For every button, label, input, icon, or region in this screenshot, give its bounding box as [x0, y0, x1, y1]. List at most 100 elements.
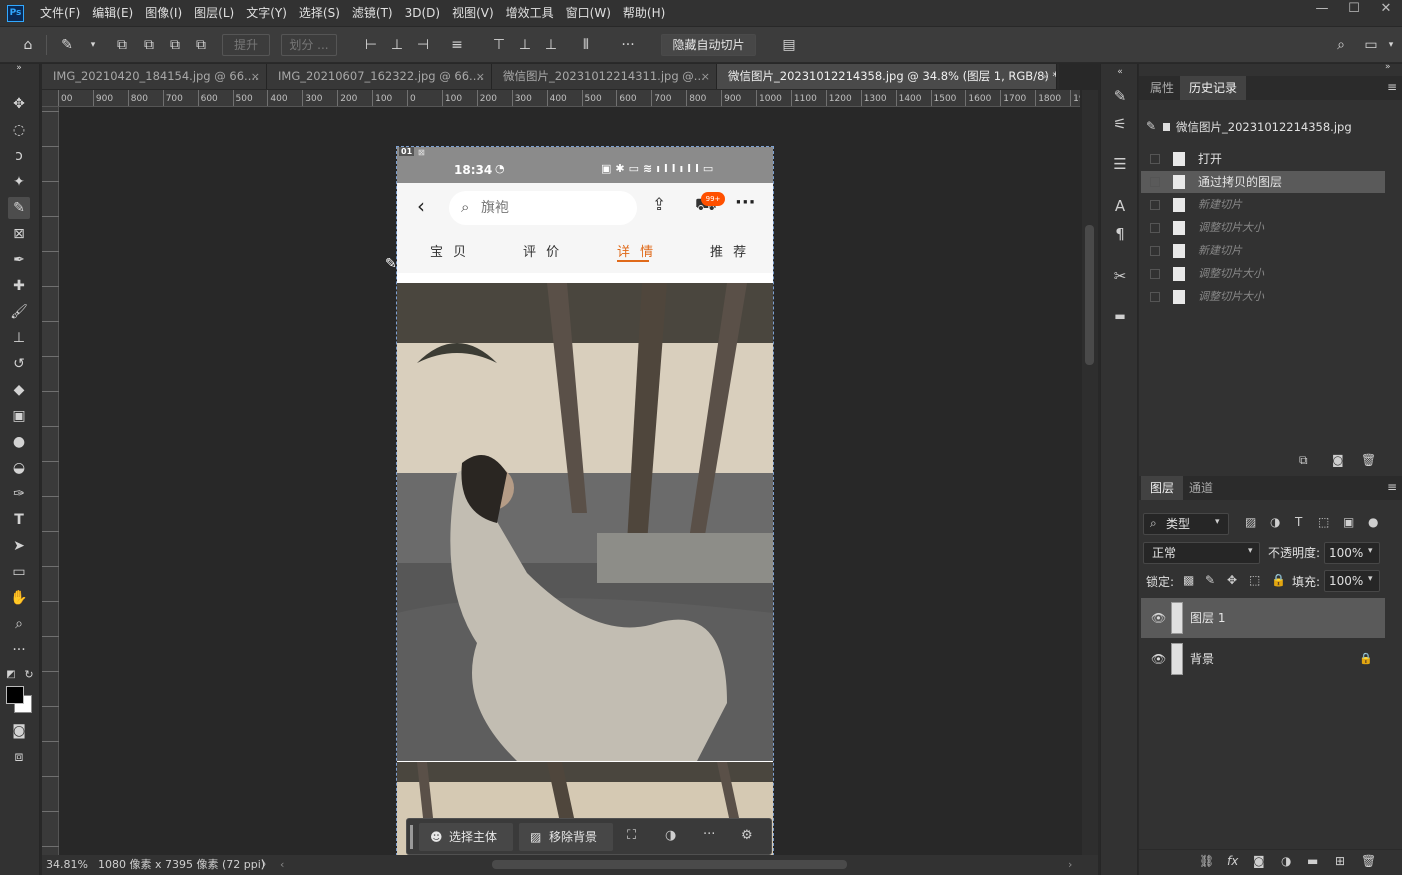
visibility-eye-icon[interactable]: 👁 — [1151, 598, 1166, 638]
arrange-back-icon[interactable]: ⧉ — [192, 36, 210, 54]
home-icon[interactable]: ⌂ — [19, 36, 37, 54]
pen-tool-icon[interactable]: ✑ — [8, 483, 30, 505]
adjustments-panel-icon[interactable]: ⚟ — [1110, 114, 1130, 134]
menu-3d[interactable]: 3D(D) — [399, 0, 446, 26]
collapse-icon[interactable]: « — [1110, 62, 1130, 82]
chevron-down-icon[interactable]: ▾ — [84, 36, 102, 54]
fx-icon[interactable]: fx — [1227, 854, 1238, 868]
scroll-thumb[interactable] — [1085, 225, 1094, 365]
menu-select[interactable]: 选择(S) — [293, 0, 346, 26]
trash-icon[interactable]: 🗑 — [1361, 453, 1376, 467]
tool-presets-icon[interactable]: ✂ — [1110, 266, 1130, 286]
lock-artboard-icon[interactable]: ⬚ — [1249, 573, 1260, 587]
lock-position-icon[interactable]: ✥ — [1227, 573, 1237, 587]
libraries-panel-icon[interactable]: ☰ — [1110, 154, 1130, 174]
close-icon[interactable]: × — [1041, 64, 1050, 89]
blur-tool-icon[interactable]: ● — [8, 431, 30, 453]
brush-tool-icon[interactable]: 🖌 — [8, 301, 30, 323]
menu-type[interactable]: 文字(Y) — [240, 0, 293, 26]
workspace-icon[interactable]: ▭ — [1362, 36, 1380, 54]
hide-auto-slices-button[interactable]: 隐藏自动切片 — [661, 34, 756, 56]
arrange-front-icon[interactable]: ⧉ — [113, 36, 131, 54]
drag-handle[interactable] — [410, 825, 413, 849]
tab-document[interactable]: 微信图片_20231012214311.jpg @... × — [492, 64, 717, 89]
arrange-backward-icon[interactable]: ⧉ — [166, 36, 184, 54]
filter-smart-object-icon[interactable]: ▣ — [1343, 515, 1354, 529]
default-colors-icon[interactable]: ◩ — [4, 664, 18, 686]
chevron-down-icon[interactable]: ▾ — [1382, 36, 1400, 54]
tab-history[interactable]: 历史记录 — [1180, 76, 1247, 100]
character-panel-icon[interactable]: A — [1110, 196, 1130, 216]
collapse-icon[interactable]: » — [8, 62, 30, 74]
quick-mask-icon[interactable]: ◙ — [8, 720, 30, 742]
align-hcenter-icon[interactable]: ⊥ — [388, 36, 406, 54]
stamp-tool-icon[interactable]: ⊥ — [8, 327, 30, 349]
arrange-forward-icon[interactable]: ⧉ — [140, 36, 158, 54]
history-item[interactable]: 调整切片大小 — [1141, 263, 1385, 285]
search-icon[interactable]: ⌕ — [1332, 36, 1350, 54]
menu-filter[interactable]: 滤镜(T) — [346, 0, 399, 26]
new-document-icon[interactable]: ⧉ — [1299, 453, 1308, 468]
healing-brush-icon[interactable]: ✚ — [8, 275, 30, 297]
eyedropper-tool-icon[interactable]: ✒ — [8, 249, 30, 271]
tab-document-active[interactable]: 微信图片_20231012214358.jpg @ 34.8% (图层 1, R… — [717, 64, 1057, 89]
scroll-right-icon[interactable]: › — [1068, 855, 1072, 875]
settings-sliders-icon[interactable]: ⚙ — [741, 828, 753, 843]
history-brush-icon[interactable]: ↺ — [8, 353, 30, 375]
hand-tool-icon[interactable]: ✋ — [8, 587, 30, 609]
rectangle-tool-icon[interactable]: ▭ — [8, 561, 30, 583]
new-layer-icon[interactable]: ⊞ — [1335, 854, 1345, 868]
remove-background-button[interactable]: ▨ 移除背景 — [519, 823, 613, 851]
gradient-tool-icon[interactable]: ▣ — [8, 405, 30, 427]
align-left-icon[interactable]: ⊢ — [362, 36, 380, 54]
raise-button[interactable]: 提升 — [222, 34, 270, 56]
align-right-icon[interactable]: ⊣ — [414, 36, 432, 54]
slice-options-icon[interactable]: ▤ — [780, 36, 798, 54]
dodge-tool-icon[interactable]: ◒ — [8, 457, 30, 479]
horizontal-scroll-thumb[interactable] — [492, 860, 847, 869]
collapse-icon[interactable]: » — [1385, 62, 1391, 72]
more-options-icon[interactable]: ··· — [619, 36, 637, 54]
history-item[interactable]: 新建切片 — [1141, 240, 1385, 262]
plugin-panel-icon[interactable]: ▬ — [1110, 306, 1130, 326]
history-item-current[interactable]: 通过拷贝的图层 — [1141, 171, 1385, 193]
scroll-left-icon[interactable]: ‹ — [280, 855, 284, 875]
minimize-icon[interactable]: — — [1306, 0, 1338, 20]
lock-brush-icon[interactable]: ✎ — [1205, 573, 1215, 587]
move-tool-icon[interactable]: ✥ — [8, 93, 30, 115]
history-item[interactable]: 打开 — [1141, 148, 1385, 170]
eraser-tool-icon[interactable]: ◆ — [8, 379, 30, 401]
filter-type-icon[interactable]: T — [1295, 515, 1302, 529]
slice-tool-icon[interactable]: ✎ — [8, 197, 30, 219]
adjustment-layer-icon[interactable]: ◑ — [1281, 854, 1291, 868]
adjustment-icon[interactable]: ◑ — [665, 828, 676, 843]
menu-plugins[interactable]: 增效工具 — [500, 0, 560, 26]
edit-toolbar-icon[interactable]: ··· — [8, 639, 30, 661]
paragraph-panel-icon[interactable]: ¶ — [1110, 224, 1130, 244]
blend-mode-select[interactable]: 正常 — [1143, 542, 1260, 564]
filter-pixel-icon[interactable]: ▨ — [1245, 515, 1256, 529]
close-icon[interactable]: × — [701, 64, 710, 89]
panel-menu-icon[interactable]: ≡ — [1387, 80, 1397, 94]
lasso-tool-icon[interactable]: ↄ — [8, 145, 30, 167]
vertical-scrollbar[interactable] — [1082, 90, 1098, 855]
align-top-icon[interactable]: ⊤ — [490, 36, 508, 54]
align-vcenter-icon[interactable]: ⊥ — [516, 36, 534, 54]
menu-view[interactable]: 视图(V) — [446, 0, 500, 26]
maximize-icon[interactable]: ☐ — [1338, 0, 1370, 20]
history-snapshot[interactable]: ✎ 微信图片_20231012214358.jpg — [1141, 112, 1385, 142]
type-tool-icon[interactable]: T — [8, 509, 30, 531]
tab-layers[interactable]: 图层 — [1141, 476, 1184, 500]
layer-row[interactable]: 👁 背景 🔒 — [1141, 639, 1385, 679]
slice-tool-icon[interactable]: ✎ — [58, 36, 76, 54]
close-icon[interactable]: × — [251, 64, 260, 89]
zoom-tool-icon[interactable]: ⌕ — [8, 613, 30, 635]
visibility-eye-icon[interactable]: 👁 — [1151, 639, 1166, 679]
link-layers-icon[interactable]: ⛓ — [1199, 854, 1214, 868]
path-selection-icon[interactable]: ➤ — [8, 535, 30, 557]
align-bottom-icon[interactable]: ⊥ — [542, 36, 560, 54]
menu-image[interactable]: 图像(I) — [139, 0, 188, 26]
menu-window[interactable]: 窗口(W) — [560, 0, 617, 26]
more-icon[interactable]: ··· — [703, 827, 715, 842]
marquee-tool-icon[interactable]: ◌ — [8, 119, 30, 141]
